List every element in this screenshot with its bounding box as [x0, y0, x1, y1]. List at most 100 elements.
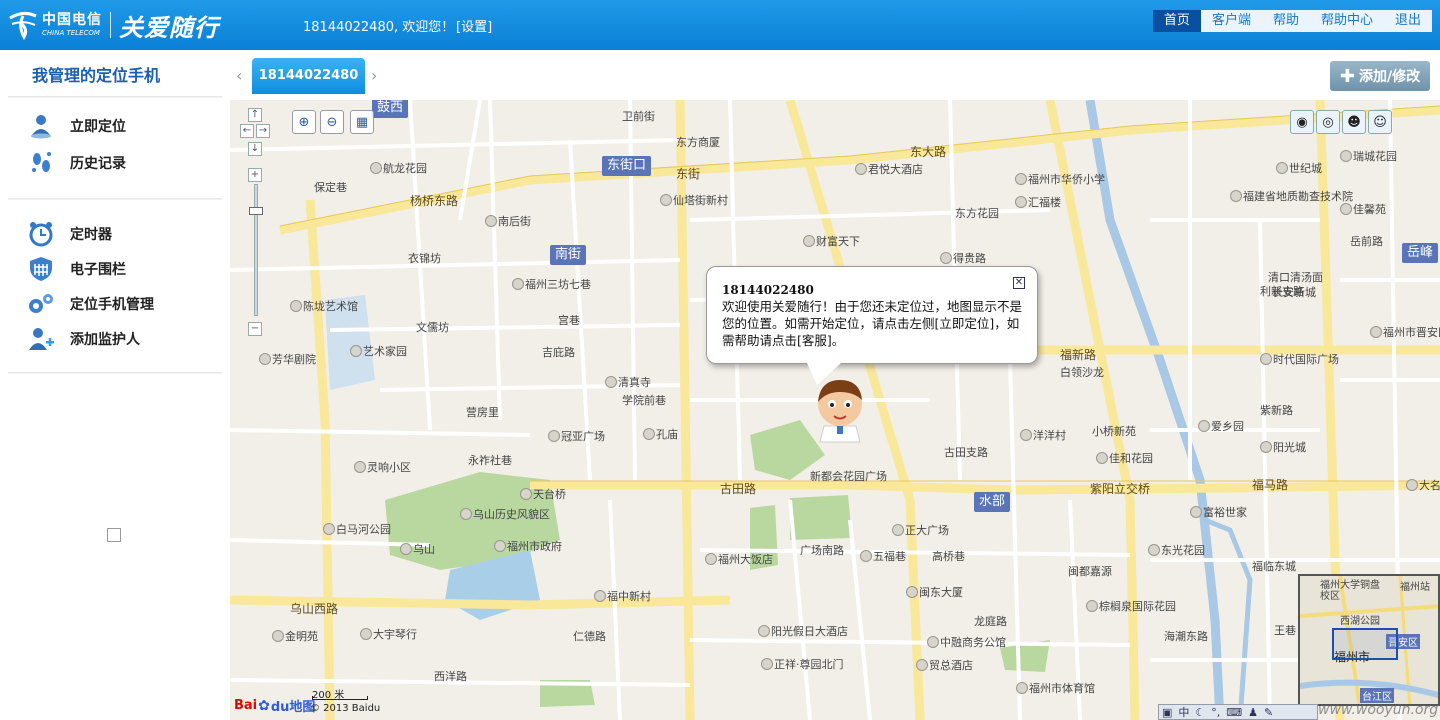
- sidebar-item-timer[interactable]: 定时器: [26, 220, 112, 248]
- map-poi: 福州市晋安区政府: [1370, 324, 1440, 340]
- person-locate-icon: [26, 112, 56, 140]
- add-modify-label: 添加/修改: [1358, 69, 1421, 85]
- map-poi: 福州大饭店: [705, 551, 773, 567]
- map-poi: 瑞城花园: [1340, 148, 1397, 164]
- sidebar-item-locate-now[interactable]: 立即定位: [26, 112, 126, 140]
- map-poi: 中融商务公馆: [927, 634, 1006, 650]
- toolbar-keyboard-icon[interactable]: ⌨: [1226, 706, 1242, 719]
- area-tag[interactable]: 东街口: [602, 156, 652, 176]
- sidebar-divider: [8, 372, 222, 374]
- map-poi: 正祥·尊园北门: [761, 656, 844, 672]
- area-tag[interactable]: 岳峰: [1402, 243, 1439, 263]
- area-tag[interactable]: 南街: [550, 245, 587, 265]
- settings-link[interactable]: [设置]: [456, 16, 492, 35]
- tab-phone-number[interactable]: 18144022480: [252, 58, 365, 94]
- toolbar-punct-icon[interactable]: °,: [1211, 706, 1220, 719]
- map-type-satellite-icon[interactable]: ◎: [1316, 110, 1340, 134]
- welcome-text: 18144022480, 欢迎您！: [303, 20, 455, 35]
- map-poi: 爱乡园: [1198, 418, 1244, 434]
- map-type-3d-icon[interactable]: ☻: [1342, 110, 1366, 134]
- toolbar-ime-icon[interactable]: ▣: [1162, 706, 1172, 719]
- map-poi: 仙塔街新村: [660, 192, 728, 208]
- zoom-out-button[interactable]: −: [248, 322, 262, 336]
- map-poi: 乌山历史风貌区: [460, 506, 550, 522]
- nav-client[interactable]: 客户端: [1201, 10, 1262, 32]
- close-icon[interactable]: ✕: [1013, 277, 1025, 289]
- map-poi: 佳和花园: [1096, 450, 1153, 466]
- plus-icon: ✚: [1339, 65, 1355, 87]
- user-layer-icon[interactable]: ☺: [1368, 110, 1392, 134]
- map-poi: 正大广场: [892, 522, 949, 538]
- map-scale-bar: [312, 696, 368, 700]
- minimap-viewport[interactable]: [1332, 628, 1398, 660]
- pan-up-button[interactable]: ↑: [248, 108, 262, 122]
- map-poi: 世纪城: [1276, 160, 1322, 176]
- map-poi: 永祚社巷: [468, 454, 512, 467]
- map-poi: 东方花园: [955, 207, 999, 220]
- map-poi: 汇福楼: [1015, 194, 1061, 210]
- map-poi: 艺术家园: [350, 343, 407, 359]
- road-label: 乌山西路: [290, 602, 339, 616]
- toolbar-moon-icon[interactable]: ☾: [1195, 706, 1205, 719]
- map-bottom-toolbar: ▣ 中 ☾ °, ⌨ ♟ ✎: [1158, 704, 1318, 720]
- sidebar-item-history[interactable]: 历史记录: [26, 149, 126, 177]
- nav-home[interactable]: 首页: [1152, 10, 1201, 32]
- measure-tool-icon[interactable]: ▦: [350, 110, 374, 134]
- sidebar-item-geofence[interactable]: 电子围栏: [26, 255, 126, 283]
- map-poi: 仁德路: [573, 630, 606, 643]
- map-poi: 福州三坊七巷: [512, 276, 591, 292]
- add-modify-button[interactable]: ✚ 添加/修改: [1330, 61, 1430, 91]
- map-poi: 闽都嘉源: [1068, 565, 1112, 578]
- tab-next-arrow[interactable]: ›: [371, 66, 377, 85]
- map-poi: 金明苑: [272, 628, 318, 644]
- fence-shield-icon: [26, 255, 56, 283]
- map-poi: 紫新路: [1260, 404, 1293, 417]
- map-poi: 宫巷: [558, 314, 580, 327]
- map-poi: 龙庭路: [974, 615, 1007, 628]
- map-poi: 福建省地质勘查技术院: [1230, 188, 1353, 204]
- zoom-in-button[interactable]: +: [248, 168, 262, 182]
- sidebar-item-device-management[interactable]: 定位手机管理: [26, 290, 154, 318]
- zoom-slider-track[interactable]: [254, 184, 258, 316]
- zoom-out-tool-icon[interactable]: ⊖: [320, 110, 344, 134]
- map-type-normal-icon[interactable]: ◉: [1290, 110, 1314, 134]
- top-header-bar: 中国电信 CHINA TELECOM 关爱随行 18144022480, 欢迎您…: [0, 0, 1440, 50]
- map-poi: 航龙花园: [370, 160, 427, 176]
- road-label: 杨桥东路: [410, 194, 459, 208]
- map-view[interactable]: 鼓西 东街口 南街 水部 岳峰 杨桥东路 东街 东大路 古田路 紫阳立交桥 福马…: [230, 100, 1440, 720]
- nav-help[interactable]: 帮助: [1262, 10, 1310, 32]
- logo-en-text: CHINA TELECOM: [42, 29, 100, 37]
- area-tag[interactable]: 水部: [974, 492, 1011, 512]
- info-window-title: 18144022480: [722, 283, 814, 297]
- map-poi: 西洋路: [434, 670, 467, 683]
- pan-right-button[interactable]: →: [256, 124, 270, 138]
- map-poi: 佳馨苑: [1340, 201, 1386, 217]
- sidebar-item-add-guardian[interactable]: 添加监护人: [26, 325, 140, 353]
- china-telecom-logo[interactable]: 中国电信 CHINA TELECOM 关爱随行: [6, 8, 219, 42]
- baidu-map-logo[interactable]: Bai ✿ du地图: [234, 696, 315, 716]
- road-label: 紫阳立交桥: [1090, 482, 1151, 496]
- map-copyright: © 2013 Baidu: [310, 703, 381, 714]
- road-label: 福马路: [1252, 478, 1289, 492]
- map-poi: 孔庙: [643, 426, 678, 442]
- pan-left-button[interactable]: ←: [240, 124, 254, 138]
- map-poi: 陈垅艺术馆: [290, 298, 358, 314]
- zoom-slider-handle[interactable]: [249, 207, 263, 215]
- map-poi: 学院前巷: [622, 394, 666, 407]
- zoom-in-tool-icon[interactable]: ⊕: [292, 110, 316, 134]
- map-poi: 大名城: [1406, 477, 1440, 493]
- toolbar-user-icon[interactable]: ♟: [1248, 706, 1258, 719]
- area-tag[interactable]: 鼓西: [372, 100, 409, 118]
- tab-prev-arrow[interactable]: ‹: [236, 66, 242, 85]
- map-poi: 得贵路: [940, 250, 986, 266]
- pan-down-button[interactable]: ↓: [248, 142, 262, 156]
- map-poi: 福临东城: [1252, 560, 1296, 573]
- toolbar-tools-icon[interactable]: ✎: [1264, 706, 1273, 719]
- map-poi: 福州市华侨小学: [1015, 171, 1105, 187]
- broken-image-icon: [107, 528, 121, 542]
- nav-help-center[interactable]: 帮助中心: [1310, 10, 1384, 32]
- overview-minimap[interactable]: 福州大学铜盘校区 福州站 西湖公园 福州市 晋安区 台江区: [1298, 574, 1440, 706]
- toolbar-cn-icon[interactable]: 中: [1178, 704, 1189, 720]
- nav-logout[interactable]: 退出: [1384, 10, 1432, 32]
- sidebar-item-label: 添加监护人: [70, 332, 140, 348]
